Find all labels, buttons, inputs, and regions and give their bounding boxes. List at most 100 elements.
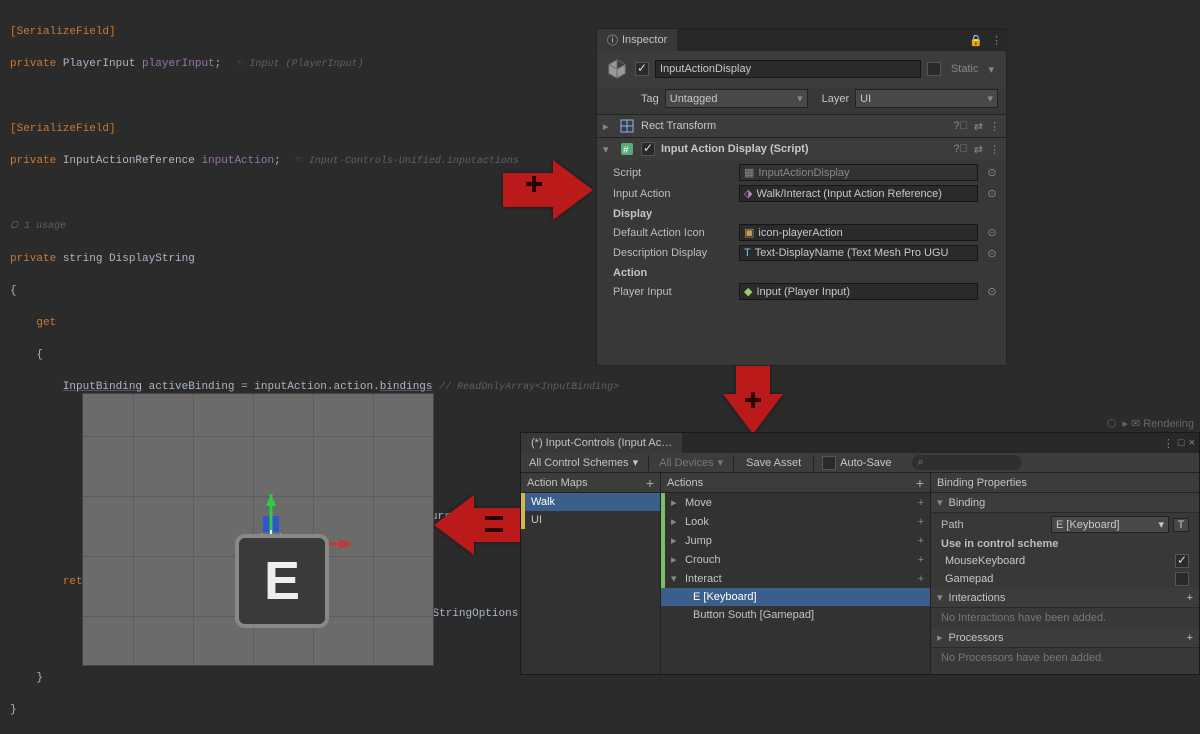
tag-dropdown[interactable]: Untagged xyxy=(665,89,808,108)
mousekeyboard-label: MouseKeyboard xyxy=(945,555,1025,567)
script-label: Script xyxy=(603,167,733,179)
binding-section[interactable]: ▾Binding xyxy=(931,493,1199,513)
description-display-label: Description Display xyxy=(603,247,733,259)
add-binding-button[interactable]: + xyxy=(918,554,924,566)
player-input-icon: ◆ xyxy=(744,285,752,298)
path-dropdown[interactable]: E [Keyboard]▾ xyxy=(1051,516,1169,533)
object-picker-icon[interactable]: ⊙ xyxy=(984,187,1000,200)
path-label: Path xyxy=(941,519,1051,531)
gameobject-name-input[interactable]: InputActionDisplay xyxy=(655,60,921,78)
static-checkbox[interactable] xyxy=(927,62,941,76)
add-binding-button[interactable]: + xyxy=(918,535,924,547)
processors-empty-text: No Processors have been added. xyxy=(931,648,1199,668)
object-picker-icon[interactable]: ⊙ xyxy=(984,247,1000,260)
save-asset-button[interactable]: Save Asset xyxy=(736,455,811,471)
scene-view[interactable]: E xyxy=(82,393,434,666)
close-icon[interactable]: × xyxy=(1189,437,1195,450)
object-picker-icon[interactable]: ⊙ xyxy=(984,166,1000,179)
rendering-bar: ⬡ ▸ ✉ Rendering xyxy=(520,414,1200,432)
auto-save-label: Auto-Save xyxy=(840,457,891,469)
action-item[interactable]: ▸Crouch+ xyxy=(661,550,930,569)
actions-header: Actions xyxy=(667,477,703,489)
default-action-icon-field[interactable]: ▣icon-playerAction xyxy=(739,224,978,241)
maximize-icon[interactable]: □ xyxy=(1178,437,1185,450)
key-icon-display: E xyxy=(235,534,329,628)
preset-icon[interactable]: ⇄ xyxy=(974,120,983,133)
binding-item[interactable]: Button South [Gamepad] xyxy=(661,606,930,624)
help-icon[interactable]: ?⃝ xyxy=(953,120,967,133)
gamepad-label: Gamepad xyxy=(945,573,993,585)
action-item[interactable]: ▸Jump+ xyxy=(661,531,930,550)
action-item[interactable]: ▸Move+ xyxy=(661,493,930,512)
input-actions-window: (*) Input-Controls (Input Ac… ⋮ □ × All … xyxy=(520,432,1200,675)
script-component-header[interactable]: ▾ # Input Action Display (Script) ?⃝ ⇄ ⋮ xyxy=(597,137,1006,160)
text-icon: T xyxy=(744,247,751,259)
interactions-empty-text: No Interactions have been added. xyxy=(931,608,1199,628)
binding-properties-header: Binding Properties xyxy=(937,477,1027,489)
devices-dropdown[interactable]: All Devices▾ xyxy=(651,454,731,471)
add-binding-button[interactable]: + xyxy=(918,516,924,528)
action-maps-header: Action Maps xyxy=(527,477,588,489)
help-icon[interactable]: ?⃝ xyxy=(953,143,967,156)
use-in-scheme-label: Use in control scheme xyxy=(931,536,1199,552)
processors-section[interactable]: ▸Processors+ xyxy=(931,628,1199,648)
component-menu-icon[interactable]: ⋮ xyxy=(989,120,1000,133)
object-picker-icon[interactable]: ⊙ xyxy=(984,285,1000,298)
player-input-field[interactable]: ◆Input (Player Input) xyxy=(739,283,978,300)
menu-icon[interactable]: ⋮ xyxy=(1163,437,1174,450)
action-item[interactable]: ▾Interact+ xyxy=(661,569,930,588)
svg-text:#: # xyxy=(623,145,629,156)
tag-label: Tag xyxy=(641,93,659,105)
arrow-left-equals-icon xyxy=(429,490,529,560)
layer-dropdown[interactable]: UI xyxy=(855,89,998,108)
input-action-label: Input Action xyxy=(603,188,733,200)
control-schemes-dropdown[interactable]: All Control Schemes▾ xyxy=(521,454,646,471)
rect-transform-icon xyxy=(619,118,635,134)
rect-transform-header[interactable]: ▸ Rect Transform ?⃝ ⇄ ⋮ xyxy=(597,114,1006,137)
script-field: ▦InputActionDisplay xyxy=(739,164,978,181)
component-enabled-checkbox[interactable] xyxy=(641,142,655,156)
gameobject-icon[interactable] xyxy=(605,57,629,81)
player-input-label: Player Input xyxy=(603,286,733,298)
add-interaction-button[interactable]: + xyxy=(1187,592,1193,604)
input-action-ref-icon: ⬗ xyxy=(744,187,752,200)
lock-icon[interactable]: 🔒 xyxy=(965,34,987,47)
action-section-heading: Action xyxy=(603,263,1000,281)
binding-item[interactable]: E [Keyboard] xyxy=(661,588,930,606)
action-map-item[interactable]: Walk xyxy=(521,493,660,511)
add-processor-button[interactable]: + xyxy=(1187,632,1193,644)
arrow-right-plus-icon xyxy=(498,155,598,225)
fold-icon: ▾ xyxy=(603,143,613,156)
mousekeyboard-checkbox[interactable] xyxy=(1175,554,1189,568)
inspector-tab[interactable]: ⓘInspector xyxy=(597,29,677,51)
static-dropdown-icon[interactable]: ▾ xyxy=(984,63,998,76)
fold-icon: ▸ xyxy=(603,120,613,133)
add-binding-button[interactable]: + xyxy=(918,497,924,509)
input-action-field[interactable]: ⬗Walk/Interact (Input Action Reference) xyxy=(739,185,978,202)
add-action-button[interactable]: + xyxy=(916,475,924,491)
add-binding-button[interactable]: + xyxy=(918,573,924,585)
info-icon: ⓘ xyxy=(607,32,618,48)
display-section-heading: Display xyxy=(603,204,1000,222)
action-map-item[interactable]: UI xyxy=(521,511,660,529)
interactions-section[interactable]: ▾Interactions+ xyxy=(931,588,1199,608)
preset-icon[interactable]: ⇄ xyxy=(974,143,983,156)
add-action-map-button[interactable]: + xyxy=(646,475,654,491)
listen-button[interactable]: T xyxy=(1173,518,1189,532)
auto-save-checkbox[interactable] xyxy=(822,456,836,470)
action-item[interactable]: ▸Look+ xyxy=(661,512,930,531)
description-display-field[interactable]: TText-DisplayName (Text Mesh Pro UGU xyxy=(739,245,978,261)
component-menu-icon[interactable]: ⋮ xyxy=(989,143,1000,156)
gamepad-checkbox[interactable] xyxy=(1175,572,1189,586)
csharp-icon: ▦ xyxy=(744,166,754,179)
input-actions-tab[interactable]: (*) Input-Controls (Input Ac… xyxy=(521,433,682,453)
gizmo-icon: ⬡ xyxy=(1107,417,1117,430)
object-picker-icon[interactable]: ⊙ xyxy=(984,226,1000,239)
search-icon: ⌕ xyxy=(918,456,924,469)
script-icon: # xyxy=(619,141,635,157)
search-box[interactable]: ⌕ xyxy=(900,455,1199,470)
menu-icon[interactable]: ⋮ xyxy=(987,34,1006,47)
active-checkbox[interactable] xyxy=(635,62,649,76)
layer-label: Layer xyxy=(822,93,850,105)
inspector-panel: ⓘInspector 🔒 ⋮ InputActionDisplay Static… xyxy=(596,28,1007,366)
